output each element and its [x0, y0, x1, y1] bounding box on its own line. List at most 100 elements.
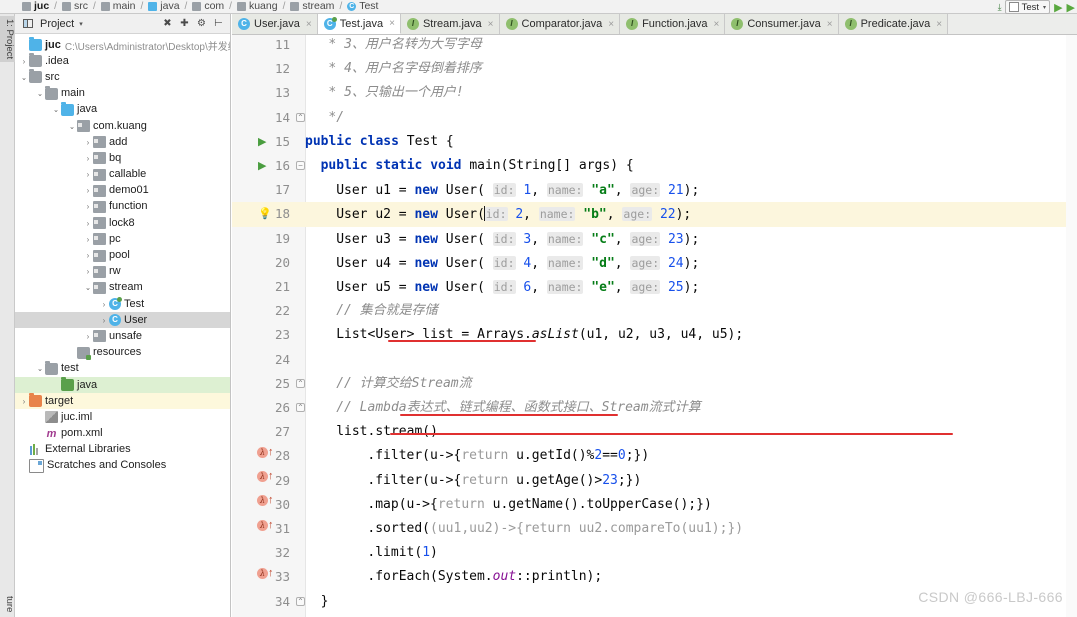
- tree-node-callable[interactable]: › callable: [15, 167, 230, 183]
- tree-node--idea[interactable]: › .idea: [15, 53, 230, 69]
- run-button[interactable]: ▶: [1054, 1, 1062, 14]
- fold-end-icon[interactable]: ⌃: [296, 403, 305, 412]
- tree-node-add[interactable]: › add: [15, 134, 230, 150]
- editor-tab-predicate[interactable]: I Predicate.java ×: [838, 14, 949, 34]
- chevron-down-icon[interactable]: ▾: [79, 20, 83, 28]
- tool-window-tab-project[interactable]: 1: Project: [0, 16, 15, 63]
- breadcrumb-item-stream[interactable]: stream: [290, 1, 334, 12]
- chevron-right-icon[interactable]: ›: [100, 300, 109, 309]
- tree-node-demo01[interactable]: › demo01: [15, 183, 230, 199]
- tree-node-main[interactable]: ⌄ main: [15, 85, 230, 102]
- locate-icon[interactable]: ✚: [177, 16, 192, 31]
- code-editor[interactable]: 11 12 13 14 15 ▶ 16 ▶ 17 18 💡 19 20 21 22 23 24 25 26 27 28 λ…: [232, 35, 1077, 617]
- build-icon[interactable]: ⤓: [998, 2, 1002, 13]
- debug-button[interactable]: ▶: [1067, 1, 1075, 14]
- tree-node-rw[interactable]: › rw: [15, 264, 230, 280]
- chevron-right-icon[interactable]: ›: [84, 251, 93, 260]
- tree-node-pc[interactable]: › pc: [15, 231, 230, 247]
- breadcrumb-item-juc[interactable]: juc: [22, 1, 49, 12]
- close-icon[interactable]: ×: [827, 19, 833, 30]
- breadcrumb-item-com[interactable]: com: [192, 1, 224, 12]
- tree-node-target[interactable]: › target: [15, 393, 230, 410]
- lambda-gutter-icon[interactable]: λ ↑: [257, 493, 274, 509]
- tree-node-java[interactable]: ⌄ java: [15, 101, 230, 118]
- chevron-down-icon[interactable]: ⌄: [52, 105, 61, 114]
- tree-node-com-kuang[interactable]: ⌄ com.kuang: [15, 118, 230, 134]
- fold-end-icon[interactable]: ⌃: [296, 596, 305, 606]
- tool-window-tab-structure[interactable]: ture: [0, 593, 15, 615]
- fold-end-icon[interactable]: ⌃: [296, 112, 305, 122]
- chevron-right-icon[interactable]: ›: [84, 170, 93, 179]
- breadcrumb-item-src[interactable]: src: [61, 1, 88, 12]
- lambda-gutter-icon[interactable]: λ ↑: [257, 469, 274, 485]
- editor-tab-user[interactable]: C User.java ×: [232, 14, 318, 34]
- close-icon[interactable]: ×: [714, 19, 720, 30]
- chevron-right-icon[interactable]: ›: [84, 202, 93, 211]
- breadcrumb-item-java[interactable]: java: [148, 1, 180, 12]
- collapse-all-icon[interactable]: ✖: [160, 16, 175, 31]
- editor-tab-stream[interactable]: I Stream.java ×: [400, 14, 500, 34]
- tree-node-src[interactable]: ⌄ src: [15, 69, 230, 85]
- tree-node-stream[interactable]: ⌄ stream: [15, 280, 230, 296]
- tree-node-test[interactable]: › C Test: [15, 296, 230, 312]
- chevron-right-icon[interactable]: ›: [84, 138, 93, 147]
- chevron-right-icon[interactable]: ›: [84, 235, 93, 244]
- close-icon[interactable]: ×: [608, 19, 614, 30]
- run-gutter-icon[interactable]: ▶: [258, 154, 266, 178]
- hide-panel-icon[interactable]: ⊢: [211, 16, 226, 31]
- chevron-right-icon[interactable]: ›: [100, 316, 109, 325]
- close-icon[interactable]: ×: [389, 18, 395, 29]
- editor-tab-consumer[interactable]: I Consumer.java ×: [725, 14, 839, 34]
- close-icon[interactable]: ×: [936, 19, 942, 30]
- tree-node-lock8[interactable]: › lock8: [15, 215, 230, 231]
- close-icon[interactable]: ×: [306, 19, 312, 30]
- chevron-down-icon[interactable]: ⌄: [20, 73, 29, 82]
- chevron-right-icon[interactable]: ›: [84, 154, 93, 163]
- breadcrumb-item-test[interactable]: C Test: [347, 1, 378, 12]
- code-text-area[interactable]: * 3、用户名转为大写字母 * 4、用户名字母倒着排序 * 5、只输出一个用户!…: [305, 35, 1077, 617]
- chevron-down-icon[interactable]: ⌄: [68, 122, 77, 131]
- close-icon[interactable]: ×: [488, 19, 494, 30]
- run-configuration-selector[interactable]: Test ▾: [1004, 0, 1051, 14]
- editor-tab-comparator[interactable]: I Comparator.java ×: [499, 14, 621, 34]
- chevron-right-icon[interactable]: ›: [84, 219, 93, 228]
- editor-tab-test[interactable]: C Test.java ×: [317, 14, 401, 34]
- fold-collapse-icon[interactable]: −: [296, 161, 305, 170]
- tree-node-pom-xml[interactable]: ›m pom.xml: [15, 426, 230, 442]
- lambda-gutter-icon[interactable]: λ ↑: [257, 517, 274, 533]
- chevron-down-icon[interactable]: ⌄: [36, 89, 45, 98]
- chevron-right-icon[interactable]: ›: [20, 397, 29, 406]
- tree-node-juc-iml[interactable]: › juc.iml: [15, 409, 230, 425]
- fold-end-icon[interactable]: ⌃: [296, 378, 305, 388]
- chevron-right-icon[interactable]: ›: [20, 57, 29, 66]
- run-gutter-icon[interactable]: ▶: [258, 130, 266, 154]
- lambda-gutter-icon[interactable]: λ ↑: [257, 444, 274, 460]
- chevron-down-icon[interactable]: ⌄: [36, 364, 45, 373]
- tree-node-test[interactable]: ⌄ test: [15, 360, 230, 377]
- tree-node-scratches-and-consoles[interactable]: › Scratches and Consoles: [15, 458, 230, 474]
- chevron-down-icon[interactable]: ⌄: [84, 283, 93, 292]
- project-tree[interactable]: › jucC:\Users\Administrator\Desktop\并发编 ›.…: [15, 35, 230, 617]
- intention-bulb-icon[interactable]: 💡: [258, 202, 272, 226]
- tree-node-pool[interactable]: › pool: [15, 247, 230, 263]
- code-token: (uu1,uu2)->{: [430, 521, 524, 536]
- tree-node-juc[interactable]: › jucC:\Users\Administrator\Desktop\并发编: [15, 37, 230, 53]
- code-line: User u3 = new User( id: 3, name: "c", ag…: [336, 227, 699, 251]
- chevron-right-icon[interactable]: ›: [84, 186, 93, 195]
- editor-tab-function[interactable]: I Function.java ×: [620, 14, 726, 34]
- breadcrumb-item-kuang[interactable]: kuang: [236, 1, 278, 12]
- tree-node-bq[interactable]: › bq: [15, 150, 230, 166]
- settings-gear-icon[interactable]: ⚙: [194, 16, 209, 31]
- chevron-right-icon[interactable]: ›: [84, 267, 93, 276]
- tree-node-java[interactable]: › java: [15, 376, 230, 394]
- editor-scrollbar[interactable]: [1066, 35, 1077, 617]
- tree-node-external-libraries[interactable]: › External Libraries: [15, 442, 230, 458]
- tree-node-resources[interactable]: › resources: [15, 345, 230, 361]
- breadcrumb-item-main[interactable]: main: [100, 1, 136, 12]
- lambda-gutter-icon[interactable]: λ ↑: [257, 565, 274, 581]
- editor-gutter[interactable]: 11 12 13 14 15 ▶ 16 ▶ 17 18 💡 19 20 21 22 23 24 25 26 27 28 λ…: [232, 35, 294, 617]
- chevron-right-icon[interactable]: ›: [84, 332, 93, 341]
- tree-node-user[interactable]: › C User: [15, 312, 230, 329]
- tree-node-function[interactable]: › function: [15, 199, 230, 215]
- tree-node-unsafe[interactable]: › unsafe: [15, 328, 230, 344]
